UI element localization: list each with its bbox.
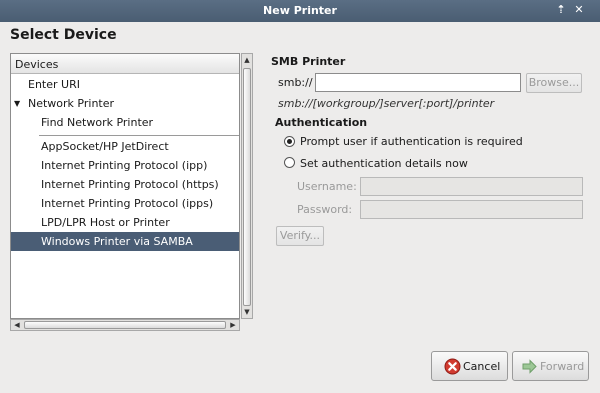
forward-label: Forward [540, 360, 585, 373]
device-label: Find Network Printer [41, 116, 154, 129]
device-item-appsocket[interactable]: AppSocket/HP JetDirect [11, 137, 239, 156]
password-label: Password: [297, 203, 353, 216]
device-item-samba[interactable]: Windows Printer via SAMBA [11, 232, 239, 251]
device-list-vertical-scrollbar[interactable]: ▲ ▼ [241, 53, 253, 319]
cancel-button[interactable]: Cancel [431, 351, 508, 381]
password-input[interactable] [360, 200, 583, 219]
close-icon[interactable]: ✕ [572, 3, 586, 17]
device-item-find-network-printer[interactable]: Find Network Printer [11, 113, 239, 132]
device-label: Internet Printing Protocol (ipps) [41, 197, 214, 210]
username-label: Username: [297, 180, 357, 193]
page-title: Select Device [10, 27, 117, 43]
device-list-panel: Devices Enter URI ▼ Network Printer Find… [10, 53, 240, 319]
window-title: New Printer [263, 4, 337, 17]
smb-uri-label: smb:// [278, 76, 313, 89]
forward-arrow-icon [522, 359, 537, 374]
device-item-ipps[interactable]: Internet Printing Protocol (ipps) [11, 194, 239, 213]
device-label: Enter URI [28, 78, 80, 91]
prompt-auth-label[interactable]: Prompt user if authentication is require… [300, 135, 523, 148]
maximize-icon[interactable]: ⇡ [554, 3, 568, 17]
scroll-down-icon[interactable]: ▼ [242, 306, 252, 318]
scroll-left-icon[interactable]: ◀ [11, 320, 23, 330]
scroll-up-icon[interactable]: ▲ [242, 54, 252, 66]
scroll-right-icon[interactable]: ▶ [227, 320, 239, 330]
forward-button[interactable]: Forward [512, 351, 589, 381]
device-item-https[interactable]: Internet Printing Protocol (https) [11, 175, 239, 194]
verify-button[interactable]: Verify... [276, 226, 324, 246]
smb-uri-input[interactable] [315, 73, 521, 92]
device-label: LPD/LPR Host or Printer [41, 216, 170, 229]
scroll-thumb[interactable] [24, 321, 226, 329]
device-item-ipp[interactable]: Internet Printing Protocol (ipp) [11, 156, 239, 175]
set-auth-radio[interactable] [284, 157, 295, 168]
device-label: Network Printer [28, 97, 115, 110]
radio-selected-dot [287, 139, 292, 144]
username-input[interactable] [360, 177, 583, 196]
device-label: Internet Printing Protocol (ipp) [41, 159, 208, 172]
browse-button[interactable]: Browse... [526, 73, 582, 93]
smb-section-title: SMB Printer [271, 55, 346, 68]
device-list-horizontal-scrollbar[interactable]: ◀ ▶ [10, 319, 240, 331]
device-separator [39, 135, 239, 136]
devices-column-header[interactable]: Devices [11, 54, 239, 74]
cancel-label: Cancel [463, 360, 501, 373]
scroll-thumb[interactable] [243, 68, 251, 306]
authentication-section-title: Authentication [275, 116, 368, 129]
expander-arrow-icon[interactable]: ▼ [14, 94, 20, 113]
device-label: Windows Printer via SAMBA [41, 235, 193, 248]
title-bar: New Printer ⇡ ✕ [0, 0, 600, 22]
device-item-enter-uri[interactable]: Enter URI [11, 75, 239, 94]
device-item-network-printer[interactable]: ▼ Network Printer [11, 94, 239, 113]
smb-uri-hint: smb://[workgroup/]server[:port]/printer [278, 97, 495, 110]
device-label: Internet Printing Protocol (https) [41, 178, 219, 191]
new-printer-window: New Printer ⇡ ✕ Select Device Devices En… [0, 0, 600, 393]
device-label: AppSocket/HP JetDirect [41, 140, 169, 153]
set-auth-label[interactable]: Set authentication details now [300, 157, 468, 170]
device-item-lpd[interactable]: LPD/LPR Host or Printer [11, 213, 239, 232]
cancel-icon [444, 358, 461, 375]
prompt-auth-radio[interactable] [284, 136, 295, 147]
